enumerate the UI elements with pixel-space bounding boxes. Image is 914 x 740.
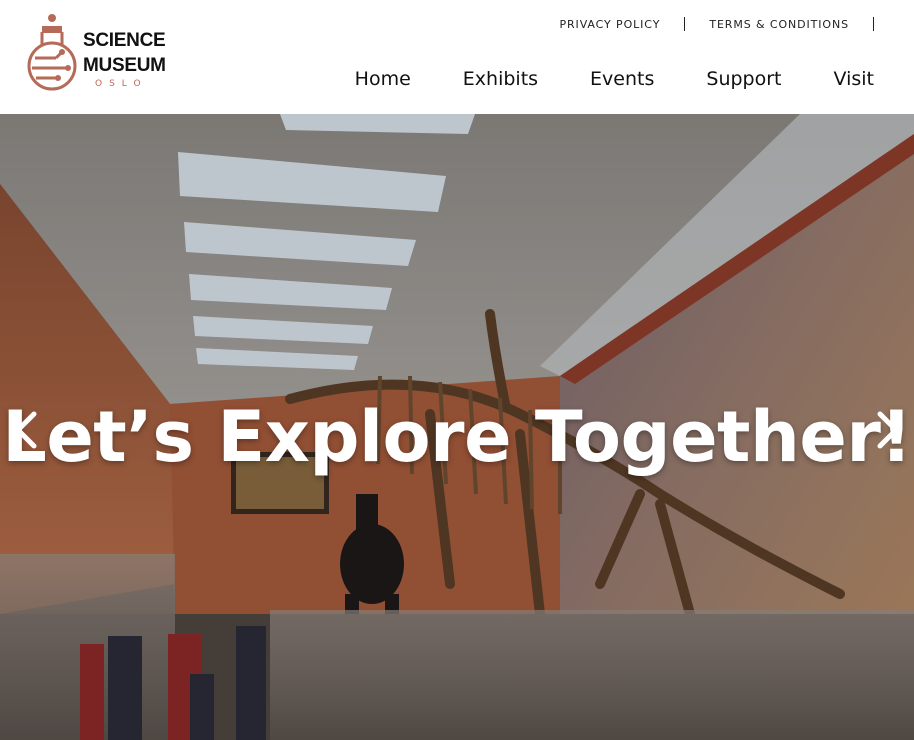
utility-divider (684, 17, 686, 31)
privacy-policy-link[interactable]: PRIVACY POLICY (559, 18, 660, 31)
site-header: SCIENCE MUSEUM OSLO PRIVACY POLICY TERMS… (0, 0, 914, 114)
utility-divider (873, 17, 874, 31)
chevron-right-icon (877, 411, 899, 449)
hero-title: Let’s Explore Together! (2, 396, 912, 478)
nav-home[interactable]: Home (355, 68, 411, 90)
logo-wordmark: SCIENCE MUSEUM (83, 28, 166, 78)
nav-events[interactable]: Events (590, 68, 654, 90)
carousel-next-button[interactable] (866, 410, 906, 450)
chevron-left-icon (15, 411, 37, 449)
flask-circuit-icon (27, 14, 77, 91)
logo-city: OSLO (95, 79, 148, 89)
museum-logo[interactable]: SCIENCE MUSEUM OSLO (26, 12, 176, 94)
terms-conditions-link[interactable]: TERMS & CONDITIONS (709, 18, 849, 31)
utility-nav: PRIVACY POLICY TERMS & CONDITIONS (559, 16, 874, 32)
logo-line-2: MUSEUM (83, 55, 166, 76)
main-nav: Home Exhibits Events Support Visit (355, 68, 874, 90)
hero-carousel: Let’s Explore Together! (0, 114, 914, 740)
nav-visit[interactable]: Visit (834, 68, 875, 90)
carousel-prev-button[interactable] (8, 410, 48, 450)
logo-line-1: SCIENCE (83, 30, 166, 51)
nav-support[interactable]: Support (706, 68, 781, 90)
nav-exhibits[interactable]: Exhibits (463, 68, 538, 90)
